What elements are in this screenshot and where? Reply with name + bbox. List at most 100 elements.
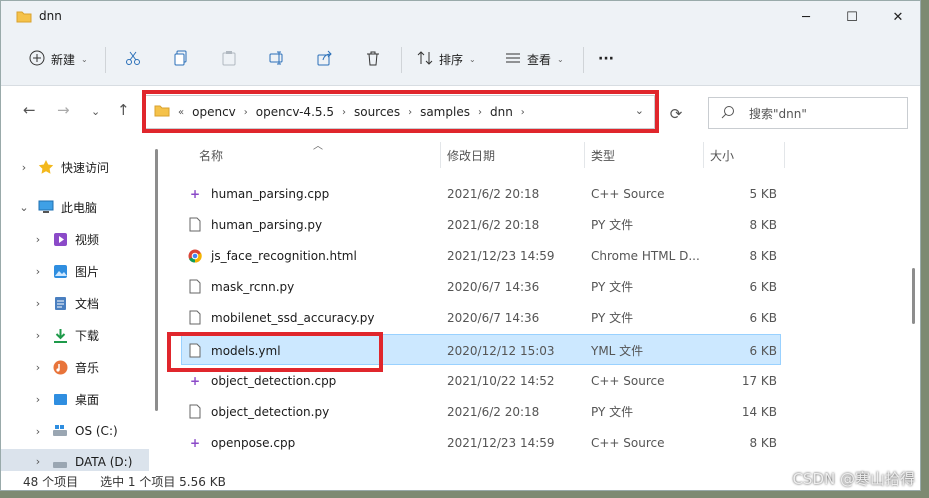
column-header-type[interactable]: 类型 — [591, 141, 615, 169]
share-button[interactable] — [317, 47, 333, 71]
chevron-right-icon[interactable]: › — [29, 233, 47, 246]
chevron-right-icon[interactable]: › — [29, 455, 47, 468]
file-size: 8 KB — [749, 435, 777, 450]
file-type: YML 文件 — [591, 344, 644, 358]
chevron-right-icon[interactable]: › — [29, 329, 47, 342]
back-arrow-icon[interactable]: ← — [23, 101, 36, 119]
file-type: Chrome HTML D... — [591, 248, 700, 263]
chevron-down-icon[interactable]: ⌄ — [635, 104, 644, 117]
sidebar-item-documents[interactable]: › 文档 — [1, 289, 163, 317]
file-row[interactable]: mobilenet_ssd_accuracy.py 2020/6/7 14:36… — [181, 302, 781, 333]
file-row[interactable]: mask_rcnn.py 2020/6/7 14:36 PY 文件 6 KB — [181, 271, 781, 302]
file-row[interactable]: object_detection.py 2021/6/2 20:18 PY 文件… — [181, 396, 781, 427]
paste-button[interactable] — [221, 47, 237, 71]
file-list-scrollbar[interactable] — [912, 268, 915, 324]
minimize-button[interactable]: ─ — [783, 1, 829, 33]
forward-arrow-icon[interactable]: → — [57, 101, 70, 119]
file-date: 2021/12/23 14:59 — [447, 248, 555, 263]
refresh-icon[interactable]: ⟳ — [661, 101, 691, 127]
delete-button[interactable] — [365, 47, 381, 71]
sort-icon — [417, 50, 433, 69]
column-divider[interactable] — [784, 142, 785, 168]
rename-icon — [269, 50, 285, 69]
close-button[interactable]: ✕ — [875, 1, 920, 33]
breadcrumb-opencv[interactable]: opencv — [186, 105, 242, 119]
cut-button[interactable] — [125, 47, 141, 71]
watermark: CSDN @寒山拾得 — [792, 470, 915, 488]
column-divider[interactable] — [703, 142, 704, 168]
chevron-right-icon[interactable]: › — [519, 107, 527, 118]
recent-locations-icon[interactable]: ⌄ — [91, 105, 100, 118]
sidebar-item-os-c[interactable]: › OS (C:) — [1, 417, 163, 445]
sidebar-item-music[interactable]: › 音乐 — [1, 353, 163, 381]
drive-icon — [51, 423, 69, 439]
sidebar-item-data-d[interactable]: › DATA (D:) — [1, 449, 149, 471]
item-count: 48 个项目 — [23, 475, 79, 489]
chevron-right-icon[interactable]: › — [29, 393, 47, 406]
column-header-date[interactable]: 修改日期 — [447, 141, 495, 169]
chevron-right-icon[interactable]: › — [340, 107, 348, 118]
copy-button[interactable] — [173, 47, 189, 71]
sidebar-item-downloads[interactable]: › 下载 — [1, 321, 163, 349]
column-header-name[interactable]: 名称 — [199, 141, 223, 169]
chevron-right-icon[interactable]: › — [406, 107, 414, 118]
chevron-down-icon[interactable]: ⌄ — [15, 201, 33, 214]
chevron-right-icon[interactable]: › — [29, 361, 47, 374]
file-type: C++ Source — [591, 373, 665, 388]
up-arrow-icon[interactable]: ↑ — [117, 101, 130, 119]
sidebar-item-videos[interactable]: › 视频 — [1, 225, 163, 253]
navigation-pane: › 快速访问 ⌄ 此电脑 › 视频 › 图片 › 文档 › 下载 › 音乐 › … — [1, 141, 151, 471]
file-type: C++ Source — [591, 435, 665, 450]
desktop-icon — [51, 391, 69, 407]
view-button[interactable]: 查看 ⌄ — [505, 47, 564, 71]
file-row-selected[interactable]: models.yml 2020/12/12 15:03 YML 文件 6 KB — [181, 334, 781, 365]
breadcrumb-sources[interactable]: sources — [348, 105, 406, 119]
chevron-right-icon[interactable]: › — [242, 107, 250, 118]
chevron-right-icon[interactable]: › — [15, 161, 33, 174]
column-divider[interactable] — [584, 142, 585, 168]
sidebar-scrollbar[interactable] — [155, 149, 158, 411]
window-title: dnn — [39, 9, 62, 23]
file-row[interactable]: + object_detection.cpp 2021/10/22 14:52 C… — [181, 365, 781, 396]
pictures-icon — [51, 263, 69, 279]
breadcrumb-opencv-version[interactable]: opencv-4.5.5 — [250, 105, 340, 119]
sidebar-item-desktop[interactable]: › 桌面 — [1, 385, 163, 413]
file-icon — [187, 217, 203, 233]
file-size: 6 KB — [749, 343, 777, 358]
file-row[interactable]: js_face_recognition.html 2021/12/23 14:5… — [181, 240, 781, 271]
new-label: 新建 — [51, 52, 76, 67]
chevron-right-icon[interactable]: › — [29, 425, 47, 438]
chevron-right-icon[interactable]: › — [476, 107, 484, 118]
rename-button[interactable] — [269, 47, 285, 71]
sidebar-item-label: OS (C:) — [75, 424, 118, 438]
new-button[interactable]: 新建 ⌄ — [29, 47, 88, 71]
sort-button[interactable]: 排序 ⌄ — [417, 47, 476, 71]
file-row[interactable]: + openpose.cpp 2021/12/23 14:59 C++ Sourc… — [181, 427, 781, 458]
file-row[interactable]: human_parsing.py 2021/6/2 20:18 PY 文件 8 … — [181, 209, 781, 240]
chevron-down-icon: ⌄ — [557, 54, 564, 64]
file-name: object_detection.cpp — [211, 373, 337, 388]
chevron-right-icon[interactable]: › — [29, 265, 47, 278]
search-box[interactable]: 搜索"dnn" — [708, 97, 908, 129]
file-size: 14 KB — [741, 404, 777, 419]
file-size: 5 KB — [749, 186, 777, 201]
breadcrumb-samples[interactable]: samples — [414, 105, 476, 119]
file-size: 6 KB — [749, 310, 777, 325]
file-type: PY 文件 — [591, 311, 634, 325]
file-size: 6 KB — [749, 279, 777, 294]
more-options-button[interactable]: ··· — [598, 47, 614, 71]
column-divider[interactable] — [440, 142, 441, 168]
overflow-icon[interactable]: « — [176, 107, 186, 118]
file-type: PY 文件 — [591, 218, 634, 232]
column-header-size[interactable]: 大小 — [710, 141, 734, 169]
file-date: 2021/10/22 14:52 — [447, 373, 555, 388]
sidebar-item-quick-access[interactable]: › 快速访问 — [1, 153, 149, 181]
maximize-button[interactable]: ☐ — [829, 1, 875, 33]
breadcrumb-dnn[interactable]: dnn — [484, 105, 519, 119]
file-size: 17 KB — [741, 373, 777, 388]
sidebar-item-pictures[interactable]: › 图片 — [1, 257, 163, 285]
file-row[interactable]: + human_parsing.cpp 2021/6/2 20:18 C++ So… — [181, 178, 781, 209]
sidebar-item-this-pc[interactable]: ⌄ 此电脑 — [1, 193, 149, 221]
address-bar[interactable]: « opencv › opencv-4.5.5 › sources › samp… — [145, 95, 655, 129]
chevron-right-icon[interactable]: › — [29, 297, 47, 310]
